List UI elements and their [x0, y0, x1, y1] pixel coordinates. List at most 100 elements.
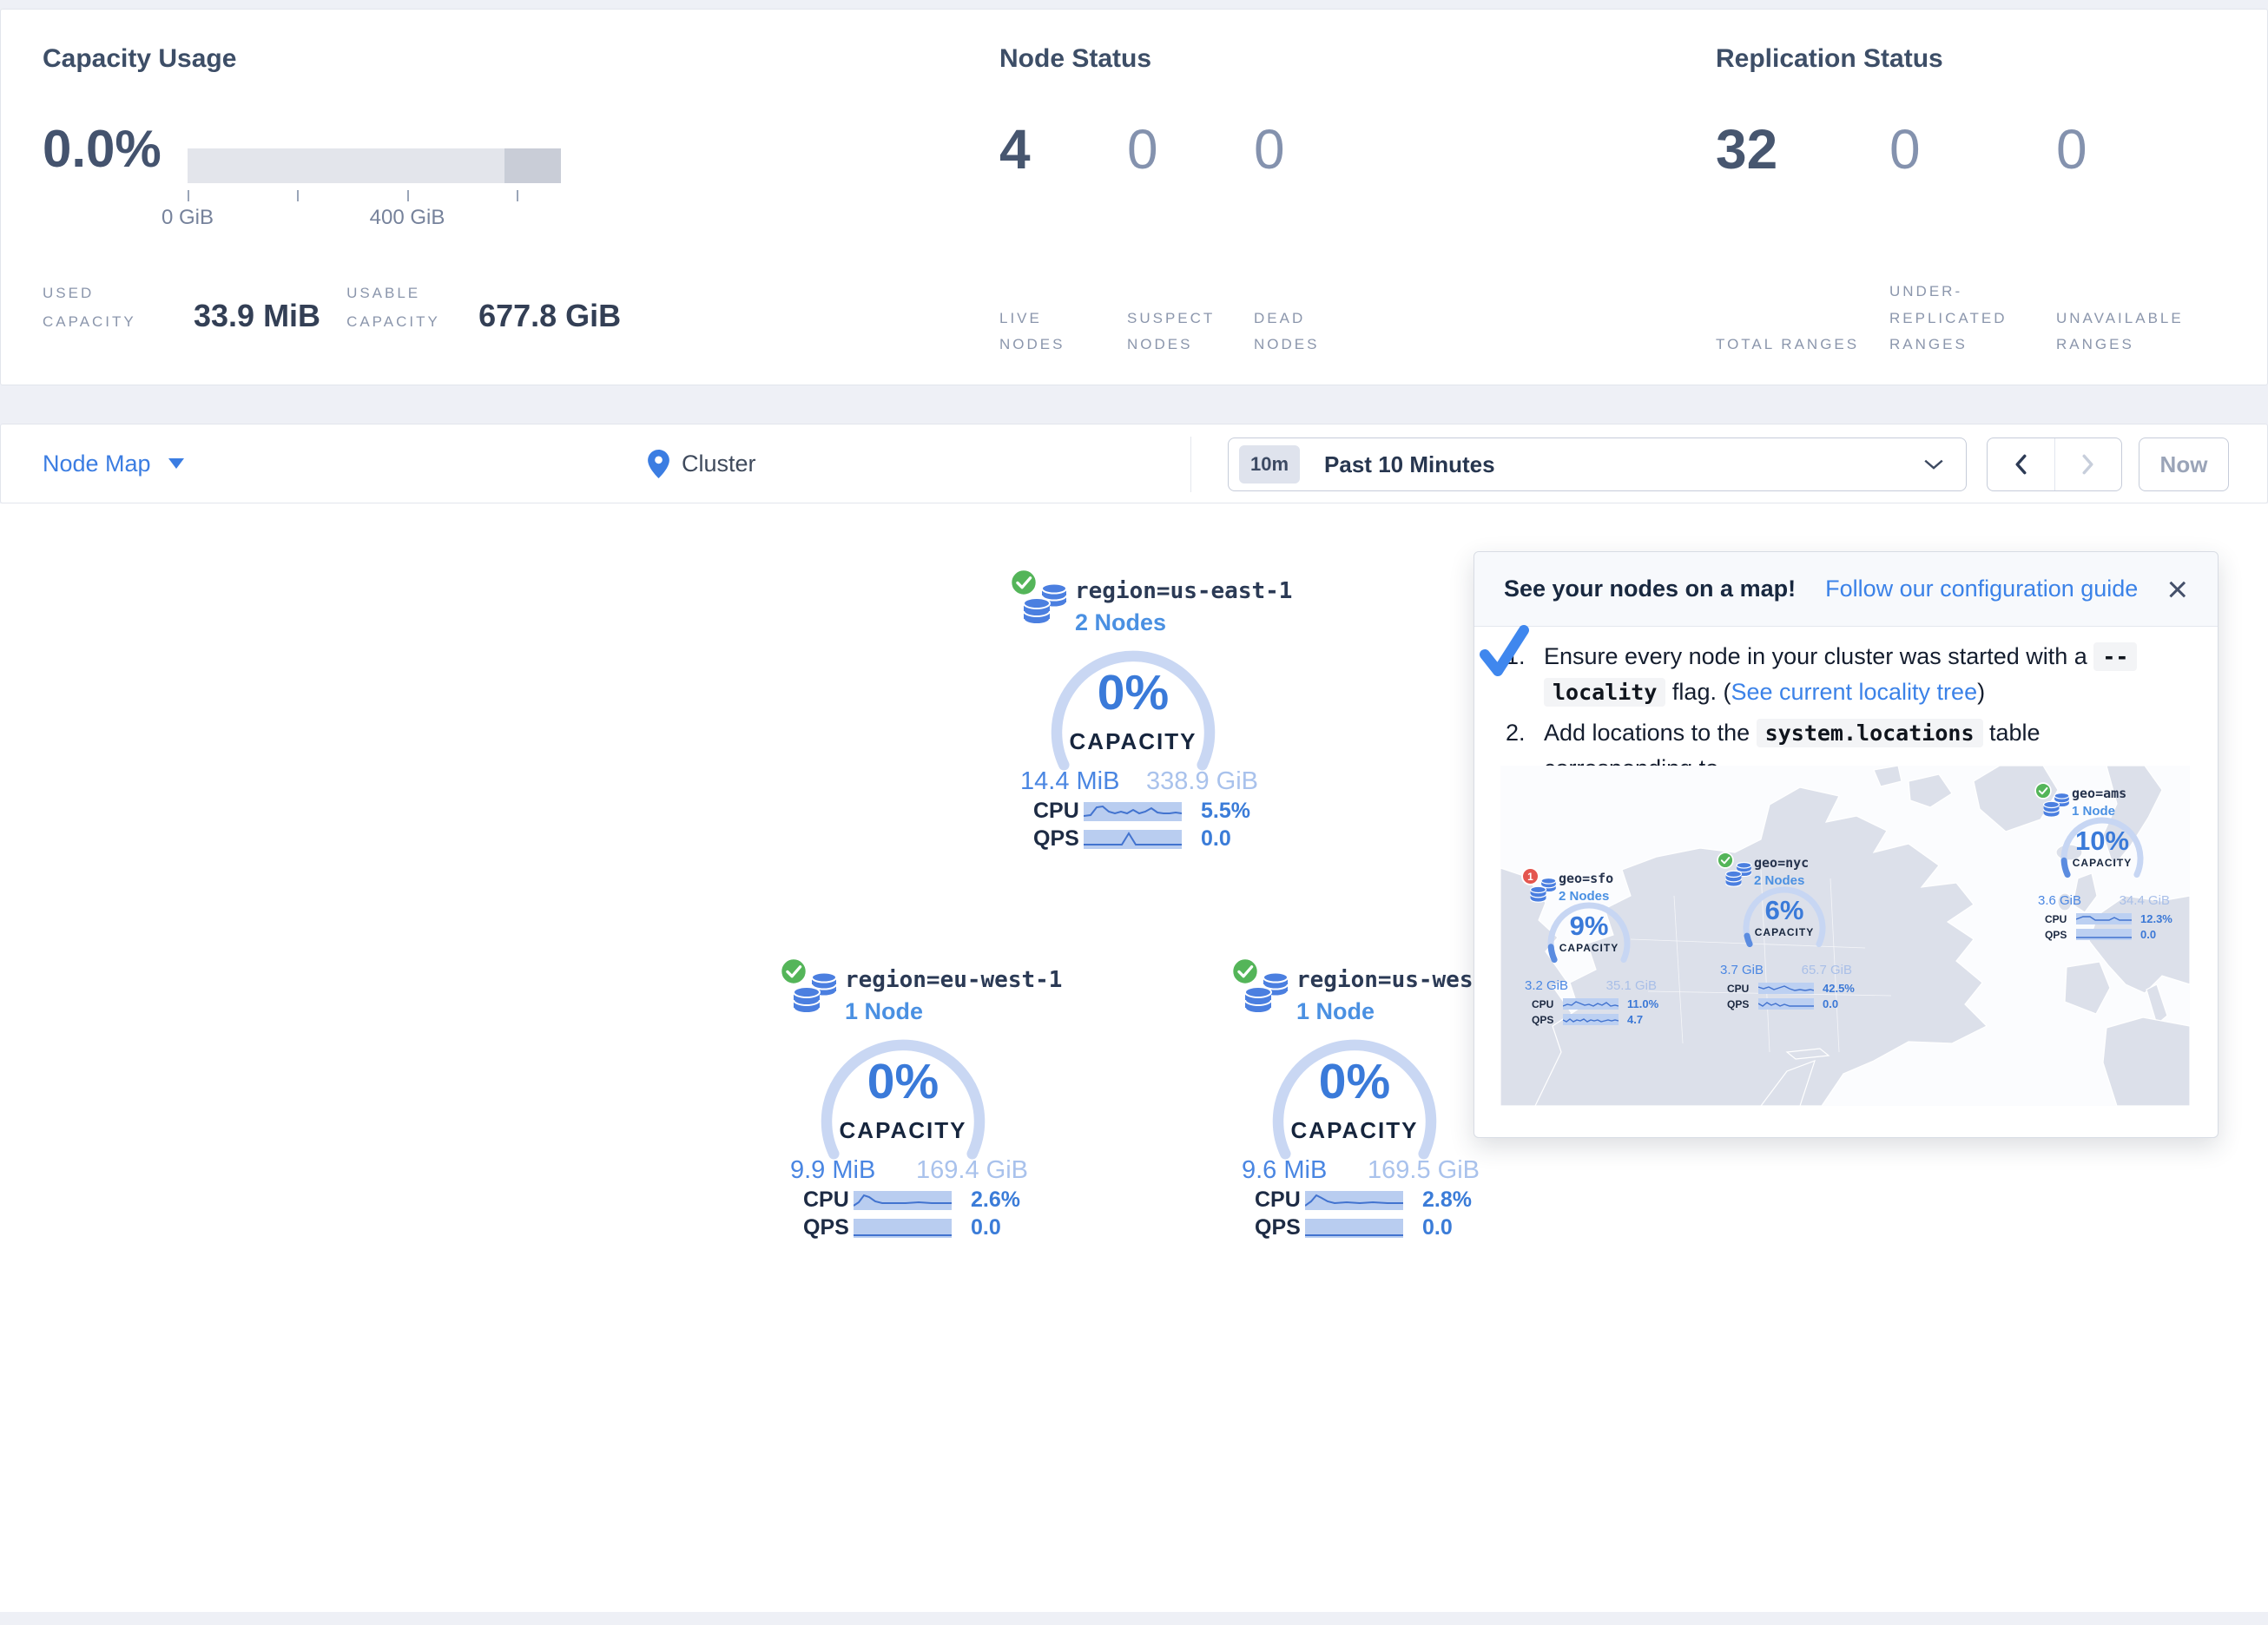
- capacity-percent: 0%: [1259, 1057, 1450, 1107]
- region-node-count: 1 Node: [845, 998, 923, 1025]
- total-ranges-label: TOTAL RANGES: [1716, 332, 1859, 359]
- chevron-down-icon: [1924, 459, 1943, 470]
- node-map-canvas: region=us-east-1 2 Nodes 0% CAPACITY 14.…: [0, 503, 2268, 1612]
- live-nodes-label: LIVE NODES: [999, 306, 1112, 359]
- node-status-section: Node Status 4 LIVE NODES 0 SUSPECT NODES…: [999, 10, 1607, 385]
- capacity-caption: CAPACITY: [1724, 926, 1845, 938]
- capacity-percent: 9%: [1528, 912, 1650, 939]
- cpu-sparkline: [1305, 1191, 1403, 1210]
- used-capacity: 3.7 GiB: [1720, 963, 1764, 977]
- map-node-geo-nyc: geo=nyc 2 Nodes 6% CAPACITY 3.7 GiB 65.7…: [1717, 852, 1856, 1016]
- capacity-usage-title: Capacity Usage: [43, 44, 236, 74]
- geo-label: geo=nyc: [1754, 855, 1809, 871]
- step-text: Ensure every node in your cluster was st…: [1544, 643, 2093, 669]
- suspect-nodes-label: SUSPECT NODES: [1127, 306, 1240, 359]
- node-map-page: Capacity Usage 0.0% 0 GiB 400 GiB USED C…: [0, 0, 2268, 1625]
- qps-sparkline: [854, 1219, 952, 1238]
- total-capacity: 169.5 GiB: [1368, 1156, 1480, 1185]
- qps-sparkline: [1563, 1014, 1619, 1025]
- used-capacity: 3.6 GiB: [2038, 893, 2081, 908]
- cpu-sparkline: [1563, 998, 1619, 1010]
- time-forward-button[interactable]: [2054, 438, 2122, 490]
- capacity-gauge-text: 0% CAPACITY: [808, 1057, 999, 1144]
- database-stack-icon: [1023, 582, 1068, 627]
- axis-tick: [517, 190, 518, 201]
- completed-check-icon: [1480, 625, 1530, 679]
- region-node-us-east-1[interactable]: region=us-east-1 2 Nodes 0% CAPACITY 14.…: [1007, 562, 1268, 858]
- now-button[interactable]: Now: [2139, 438, 2229, 491]
- qps-value: 0.0: [1201, 826, 1231, 852]
- used-capacity: 14.4 MiB: [1020, 767, 1119, 796]
- suspect-nodes-value: 0: [1127, 117, 1158, 181]
- qps-sparkline: [1305, 1219, 1403, 1238]
- total-ranges-value: 32: [1716, 117, 1777, 181]
- qps-sparkline: [2076, 929, 2132, 940]
- axis-tick: [188, 190, 189, 201]
- qps-value: 0.0: [2140, 928, 2156, 941]
- qps-label: QPS: [803, 1215, 854, 1240]
- region-node-count: 1 Node: [1296, 998, 1375, 1025]
- region-node-us-west-1[interactable]: region=us-west-1 1 Node 0% CAPACITY 9.6 …: [1229, 951, 1489, 1247]
- capacity-caption: CAPACITY: [808, 1117, 999, 1144]
- time-range-badge: 10m: [1239, 445, 1300, 484]
- capacity-gauge-text: 9% CAPACITY: [1528, 912, 1650, 954]
- under-replicated-label: UNDER-REPLICATED RANGES: [1889, 279, 2050, 359]
- capacity-percent: 10%: [2041, 827, 2163, 854]
- caret-down-icon: [168, 458, 184, 469]
- axis-tick: [297, 190, 299, 201]
- unavailable-ranges-value: 0: [2056, 117, 2087, 181]
- unavailable-ranges-label: UNAVAILABLE RANGES: [2056, 306, 2225, 359]
- database-stack-icon: [793, 970, 838, 1016]
- capacity-percent: 0%: [808, 1057, 999, 1107]
- locality-tree-link[interactable]: See current locality tree: [1731, 679, 1977, 705]
- region-node-count: 2 Nodes: [1075, 609, 1166, 636]
- cpu-value: 2.8%: [1422, 1188, 1472, 1213]
- qps-label: QPS: [1033, 826, 1084, 852]
- axis-tick-label: 0 GiB: [162, 206, 214, 230]
- map-node-geo-sfo: 1 geo=sfo 2 Nodes 9% CAPACITY 3.2 GiB 35: [1521, 867, 1660, 1032]
- used-capacity: 9.6 MiB: [1242, 1156, 1327, 1185]
- qps-value: 0.0: [971, 1215, 1001, 1240]
- code-chip: locality: [1544, 678, 1665, 707]
- view-selector-label: Node Map: [43, 451, 151, 477]
- map-toolbar: Node Map Cluster 10m Past 10 Minutes: [0, 424, 2268, 503]
- capacity-percent: 6%: [1724, 897, 1845, 924]
- cpu-label: CPU: [803, 1188, 854, 1213]
- usable-capacity-value: 677.8 GiB: [478, 298, 621, 336]
- live-nodes-value: 4: [999, 117, 1031, 181]
- capacity-caption: CAPACITY: [1259, 1117, 1450, 1144]
- region-label: region=us-east-1: [1075, 578, 1292, 604]
- cpu-label: CPU: [1255, 1188, 1305, 1213]
- capacity-gauge-text: 0% CAPACITY: [1038, 668, 1229, 755]
- capacity-usage-section: Capacity Usage 0.0% 0 GiB 400 GiB USED C…: [43, 10, 737, 385]
- cpu-value: 5.5%: [1201, 799, 1250, 824]
- qps-label: QPS: [1727, 998, 1758, 1010]
- used-capacity-label: USED CAPACITY: [43, 279, 175, 336]
- total-capacity: 338.9 GiB: [1146, 767, 1258, 796]
- configuration-guide-link[interactable]: Follow our configuration guide: [1825, 576, 2138, 602]
- capacity-gauge-text: 0% CAPACITY: [1259, 1057, 1450, 1144]
- capacity-caption: CAPACITY: [2041, 857, 2163, 869]
- time-range-dropdown[interactable]: 10m Past 10 Minutes: [1228, 438, 1967, 491]
- map-pin-icon: [648, 450, 669, 478]
- usable-capacity-label: USABLE CAPACITY: [346, 279, 459, 336]
- axis-tick: [407, 190, 409, 201]
- chevron-left-icon: [2014, 454, 2027, 475]
- total-capacity: 65.7 GiB: [1802, 963, 1852, 977]
- qps-label: QPS: [1532, 1014, 1563, 1026]
- cpu-sparkline: [2076, 913, 2132, 924]
- breadcrumb-label: Cluster: [682, 451, 756, 477]
- total-capacity: 34.4 GiB: [2120, 893, 2170, 908]
- map-configuration-popup: See your nodes on a map! Follow our conf…: [1474, 551, 2219, 1138]
- code-chip: --: [2093, 642, 2137, 671]
- time-back-button[interactable]: [1988, 438, 2054, 490]
- axis-tick-label: 400 GiB: [370, 206, 445, 230]
- setup-step-1: 1. Ensure every node in your cluster was…: [1506, 639, 2188, 710]
- total-capacity: 35.1 GiB: [1606, 978, 1657, 993]
- breadcrumb[interactable]: Cluster: [648, 424, 756, 503]
- region-node-eu-west-1[interactable]: region=eu-west-1 1 Node 0% CAPACITY 9.9 …: [777, 951, 1038, 1247]
- view-selector-node-map[interactable]: Node Map: [43, 424, 184, 503]
- cpu-sparkline: [1758, 983, 1814, 994]
- chevron-right-icon: [2081, 454, 2094, 475]
- close-icon[interactable]: ×: [2166, 571, 2188, 608]
